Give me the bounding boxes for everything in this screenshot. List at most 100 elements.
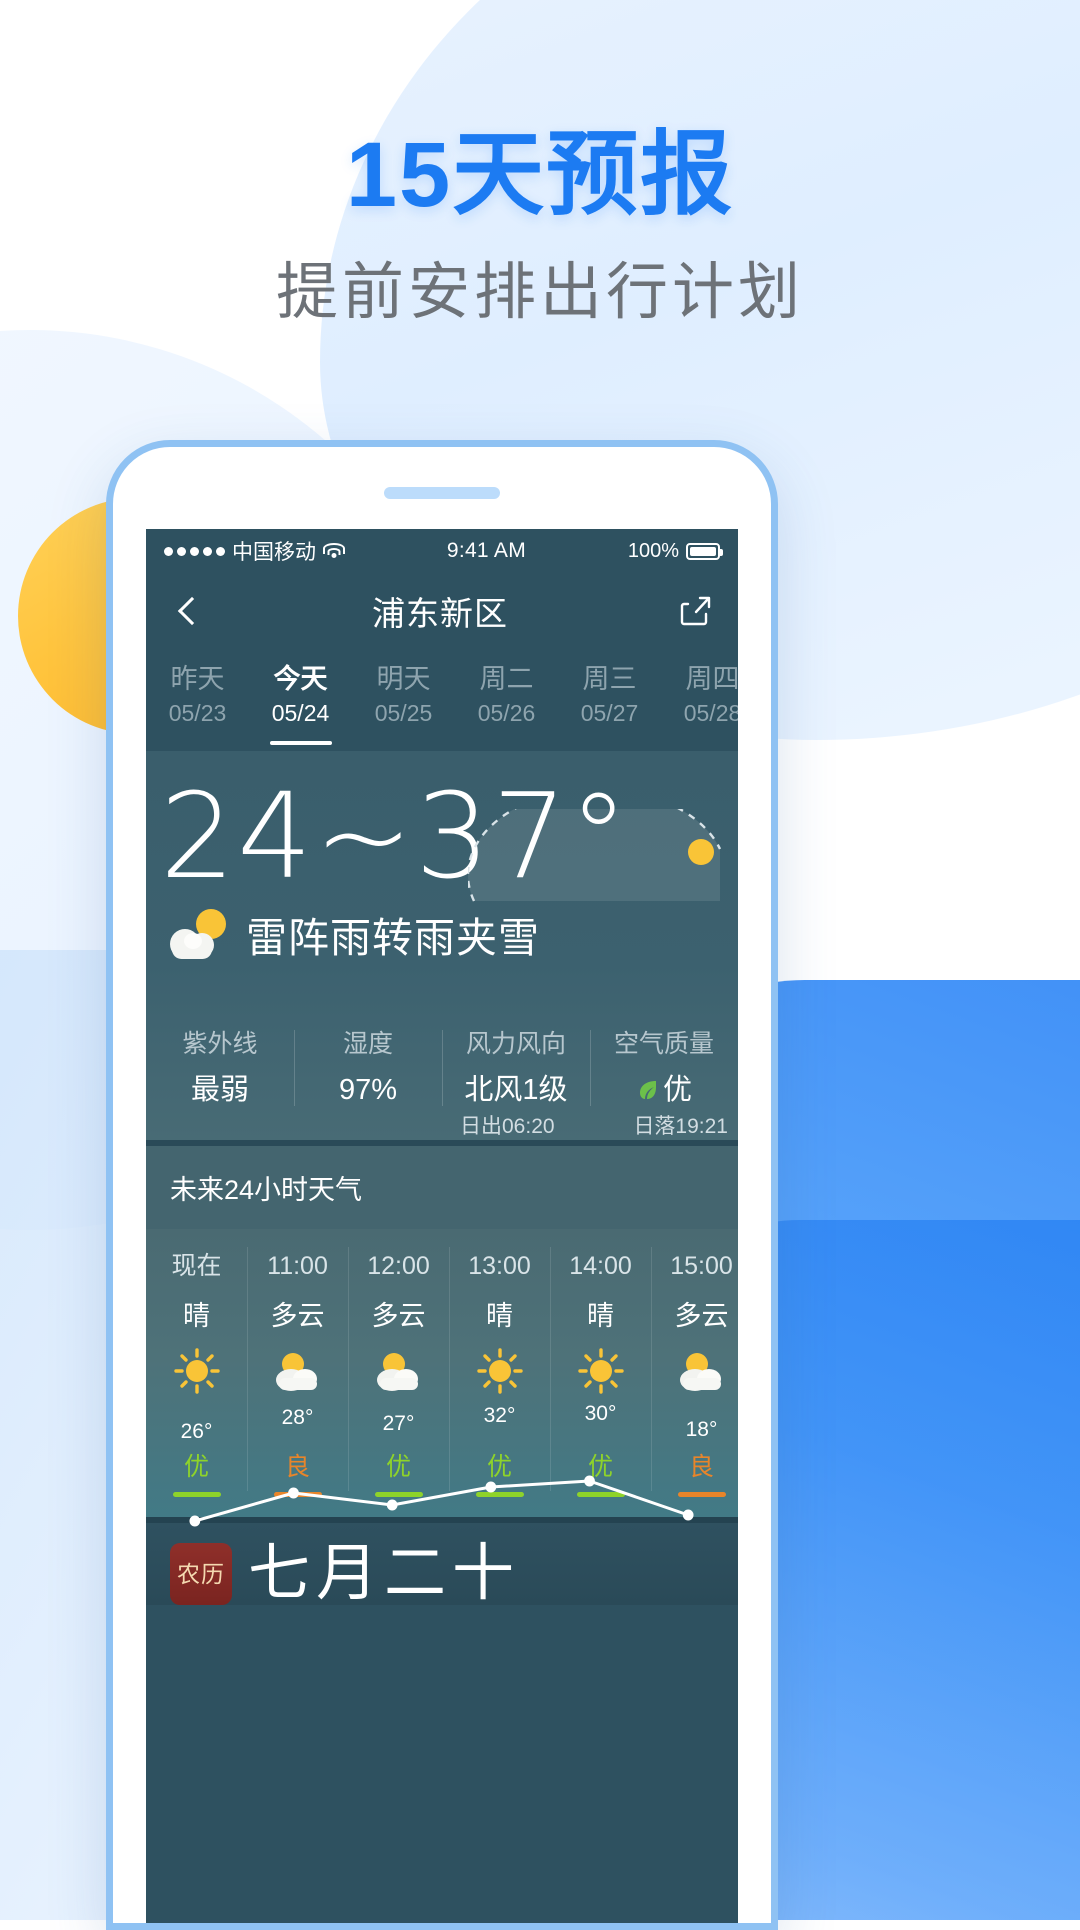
hourly-column-0[interactable]: 现在 晴 26° 优	[146, 1241, 247, 1498]
day-tab-date: 05/27	[580, 700, 639, 727]
status-bar-left: 中国移动	[164, 536, 345, 566]
hourly-temp-wrap: 26°	[146, 1400, 247, 1446]
hourly-temp-wrap: 18°	[651, 1400, 738, 1446]
metric-value: 北风1级	[464, 1074, 568, 1107]
metric-uv[interactable]: 紫外线 最弱	[146, 1022, 294, 1113]
hourly-column-5[interactable]: 15:00 多云 18° 良	[651, 1241, 738, 1498]
hourly-forecast-strip[interactable]: 现在 晴 26° 优 11:00 多云 28° 良 12:00 多云 27° 优…	[146, 1228, 738, 1527]
day-tab-1[interactable]: 今天 05/24	[249, 655, 352, 745]
promo-headline: 15天预报	[345, 124, 735, 226]
metric-value: 97%	[338, 1074, 398, 1107]
hourly-aqi-bar	[677, 1492, 726, 1498]
day-tabs[interactable]: 昨天 05/23 今天 05/24 明天 05/25 周二 05/26 周三 0…	[146, 649, 738, 745]
hourly-aqi-bar	[576, 1492, 625, 1498]
hourly-temp: 27°	[382, 1411, 415, 1435]
hourly-column-2[interactable]: 12:00 多云 27° 优	[348, 1241, 449, 1498]
hourly-temp: 18°	[685, 1417, 718, 1441]
hourly-temp: 30°	[584, 1401, 617, 1425]
hourly-temp: 26°	[180, 1419, 213, 1443]
hourly-section-title: 未来24小时天气	[146, 1139, 738, 1229]
almanac-section[interactable]: 农历 七月二十	[146, 1517, 738, 1606]
metric-wind[interactable]: 风力风向 北风1级	[442, 1022, 590, 1113]
share-button[interactable]	[676, 592, 714, 630]
status-bar-right: 100%	[627, 539, 723, 563]
metric-humidity[interactable]: 湿度 97%	[294, 1022, 442, 1113]
sun-cloud-icon	[247, 1342, 348, 1400]
hourly-column-1[interactable]: 11:00 多云 28° 良	[247, 1241, 348, 1498]
hourly-time: 12:00	[367, 1251, 430, 1280]
metric-value-wrap: 优	[590, 1067, 738, 1113]
hourly-aqi: 优	[183, 1452, 209, 1481]
day-tab-4[interactable]: 周三 05/27	[558, 655, 661, 745]
hourly-condition: 多云	[674, 1300, 729, 1331]
hourly-aqi-bar	[475, 1492, 524, 1498]
hourly-aqi: 优	[486, 1452, 512, 1481]
sun-icon	[449, 1342, 550, 1400]
status-bar-time: 9:41 AM	[446, 539, 526, 562]
day-tab-name: 周三	[582, 664, 637, 694]
carrier-label: 中国移动	[232, 541, 316, 564]
metric-label: 风力风向	[465, 1030, 566, 1059]
metric-value: 最弱	[190, 1074, 249, 1107]
wifi-icon	[323, 542, 345, 560]
day-tab-date: 05/28	[683, 700, 738, 727]
hourly-aqi: 良	[284, 1452, 310, 1481]
hourly-aqi: 优	[385, 1452, 411, 1481]
sun-icon	[146, 1342, 247, 1400]
hourly-column-4[interactable]: 14:00 晴 30° 优	[550, 1241, 651, 1498]
page-title: 浦东新区	[372, 595, 508, 632]
hourly-temp: 28°	[281, 1405, 314, 1429]
hourly-aqi-bar	[172, 1492, 221, 1498]
hourly-condition: 晴	[486, 1300, 513, 1331]
day-tab-date: 05/25	[374, 700, 433, 727]
hourly-temp-wrap: 27°	[348, 1400, 449, 1446]
status-bar: 中国移动 9:41 AM 100%	[146, 529, 738, 573]
day-tab-name: 今天	[273, 664, 328, 694]
hourly-aqi: 优	[587, 1452, 613, 1481]
day-tab-indicator	[269, 740, 332, 745]
hourly-condition: 晴	[183, 1300, 210, 1331]
hourly-aqi-bar	[374, 1492, 423, 1498]
promo-headline-group: 15天预报 提前安排出行计划	[0, 124, 1080, 331]
hourly-time: 15:00	[670, 1251, 733, 1280]
almanac-badge: 农历	[170, 1543, 232, 1606]
day-tab-date: 05/23	[168, 700, 227, 727]
condition-text: 雷阵雨转雨夹雪	[246, 915, 540, 962]
day-tab-date: 05/24	[271, 700, 330, 727]
hourly-column-3[interactable]: 13:00 晴 32° 优	[449, 1241, 550, 1498]
metric-label: 紫外线	[182, 1030, 258, 1059]
hourly-condition: 多云	[270, 1300, 325, 1331]
hourly-temp-wrap: 28°	[247, 1400, 348, 1446]
hourly-aqi-bar	[273, 1492, 322, 1498]
hourly-time: 11:00	[267, 1251, 328, 1280]
day-tab-3[interactable]: 周二 05/26	[455, 655, 558, 745]
sun-behind-cloud-icon	[168, 907, 234, 961]
temperature-row: 24~37°	[146, 772, 738, 902]
day-tab-2[interactable]: 明天 05/25	[352, 655, 455, 745]
hourly-condition: 多云	[371, 1300, 426, 1331]
promo-subheadline: 提前安排出行计划	[275, 258, 804, 328]
hourly-condition: 晴	[587, 1300, 614, 1331]
hourly-temp-wrap: 30°	[550, 1400, 651, 1446]
battery-percent-label: 100%	[627, 539, 679, 562]
phone-screen: 中国移动 9:41 AM 100% 浦东新区 昨天 05/23 今天 05/24…	[146, 529, 738, 1923]
day-tab-5[interactable]: 周四 05/28	[661, 655, 738, 745]
leaf-icon	[639, 1081, 656, 1100]
day-tab-date: 05/26	[477, 700, 536, 727]
metric-label: 湿度	[342, 1030, 393, 1059]
day-tab-name: 周四	[685, 664, 739, 694]
back-button[interactable]	[170, 594, 204, 628]
sunset-label: 日落19:21	[633, 1114, 728, 1138]
sunrise-label: 日出06:20	[460, 1114, 555, 1138]
day-tab-name: 周二	[479, 664, 534, 694]
metric-air-quality[interactable]: 空气质量 优	[590, 1022, 738, 1113]
sun-icon	[550, 1342, 651, 1400]
battery-full-icon	[686, 542, 723, 560]
sun-cloud-icon	[348, 1342, 449, 1400]
current-weather-panel: 24~37° 雷阵雨转雨夹雪 日出06:20 日落19:21 紫外线 最弱 湿度…	[146, 750, 738, 1140]
day-tab-name: 明天	[376, 664, 431, 694]
condition-row: 雷阵雨转雨夹雪	[146, 900, 738, 964]
hourly-temp: 32°	[483, 1403, 516, 1427]
day-tab-0[interactable]: 昨天 05/23	[146, 655, 249, 745]
hourly-time: 14:00	[569, 1251, 632, 1280]
